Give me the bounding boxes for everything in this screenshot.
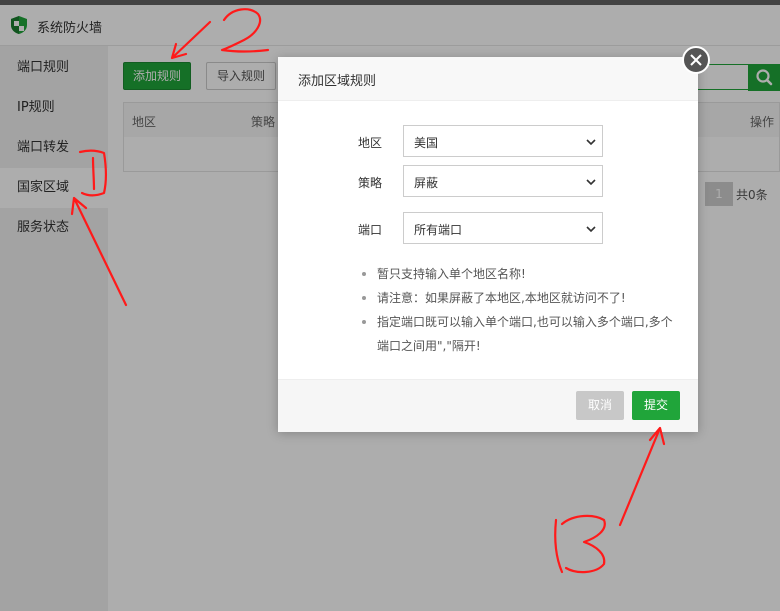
add-region-rule-dialog: 添加区域规则 地区 美国 策略 屏蔽 端口 所有端口 暂只支持输入单个地区名称!… [278, 57, 698, 432]
strategy-value: 屏蔽 [414, 176, 439, 190]
tip-item: 指定端口既可以输入单个端口,也可以输入多个端口,多个端口之间用","隔开! [360, 310, 680, 358]
dialog-header: 添加区域规则 [278, 57, 698, 101]
region-select[interactable]: 美国 [403, 125, 603, 157]
port-select[interactable]: 所有端口 [403, 212, 603, 244]
chevron-down-icon [586, 179, 596, 186]
region-label: 地区 [358, 136, 383, 150]
port-value: 所有端口 [414, 223, 463, 237]
cancel-button[interactable]: 取消 [576, 391, 624, 420]
strategy-select[interactable]: 屏蔽 [403, 165, 603, 197]
tips-list: 暂只支持输入单个地区名称! 请注意：如果屏蔽了本地区,本地区就访问不了! 指定端… [360, 262, 680, 358]
close-dialog-button[interactable] [682, 46, 710, 74]
dialog-title: 添加区域规则 [298, 74, 377, 89]
dialog-footer: 取消 提交 [278, 379, 698, 432]
port-label: 端口 [358, 223, 383, 237]
submit-button[interactable]: 提交 [632, 391, 680, 420]
close-icon [690, 54, 702, 66]
chevron-down-icon [586, 226, 596, 233]
chevron-down-icon [586, 139, 596, 146]
tip-item: 暂只支持输入单个地区名称! [360, 262, 680, 286]
strategy-label: 策略 [358, 176, 383, 190]
region-value: 美国 [414, 136, 439, 150]
tip-item: 请注意：如果屏蔽了本地区,本地区就访问不了! [360, 286, 680, 310]
